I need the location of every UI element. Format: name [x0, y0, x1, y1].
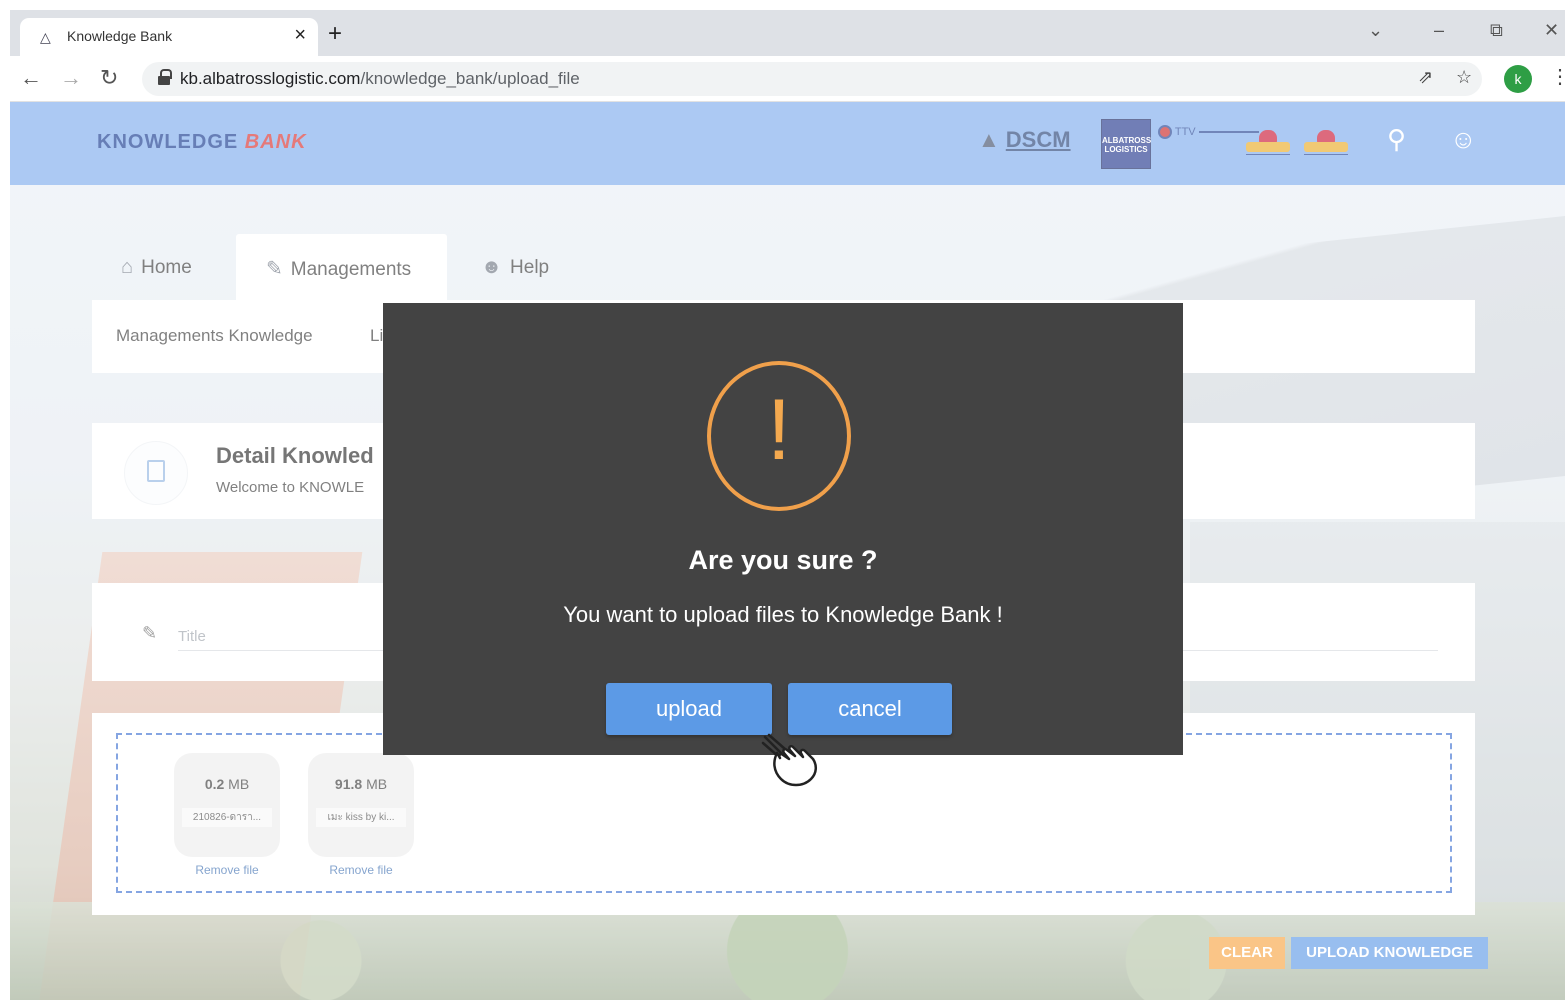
browser-tab-bar: △ Knowledge Bank × + ⌄ – ⧉ ✕: [10, 10, 1565, 56]
upload-confirm-button[interactable]: upload: [606, 683, 772, 735]
hand-cursor-icon: [761, 733, 817, 787]
confirm-dialog: ! Are you sure ? You want to upload file…: [383, 303, 1183, 755]
close-window-icon[interactable]: ✕: [1544, 20, 1559, 41]
favicon-icon: △: [40, 29, 51, 45]
address-bar: ← → ↻ kb.albatrosslogistic.com/knowledge…: [10, 56, 1565, 102]
star-icon[interactable]: ☆: [1456, 67, 1472, 88]
minimize-icon[interactable]: –: [1434, 20, 1444, 41]
profile-avatar[interactable]: k: [1504, 65, 1532, 93]
dialog-message: You want to upload files to Knowledge Ba…: [563, 602, 1003, 627]
restore-icon[interactable]: ⧉: [1490, 20, 1503, 41]
tab-search-icon[interactable]: ⌄: [1368, 20, 1383, 41]
share-icon[interactable]: ⇗: [1418, 67, 1433, 88]
reload-icon[interactable]: ↻: [100, 65, 118, 91]
warning-icon: !: [707, 361, 851, 511]
dialog-title: Are you sure ?: [688, 545, 878, 575]
url-text: kb.albatrosslogistic.com/knowledge_bank/…: [180, 69, 580, 88]
tab-title: Knowledge Bank: [67, 28, 173, 44]
close-tab-icon[interactable]: ×: [294, 24, 306, 47]
forward-icon[interactable]: →: [60, 65, 82, 91]
lock-icon: [158, 69, 172, 85]
browser-tab[interactable]: △ Knowledge Bank ×: [20, 18, 318, 56]
new-tab-icon[interactable]: +: [328, 20, 342, 48]
cancel-button[interactable]: cancel: [788, 683, 952, 735]
back-icon[interactable]: ←: [20, 65, 42, 91]
url-field[interactable]: kb.albatrosslogistic.com/knowledge_bank/…: [142, 62, 1482, 96]
menu-icon[interactable]: ⋮: [1550, 64, 1565, 89]
